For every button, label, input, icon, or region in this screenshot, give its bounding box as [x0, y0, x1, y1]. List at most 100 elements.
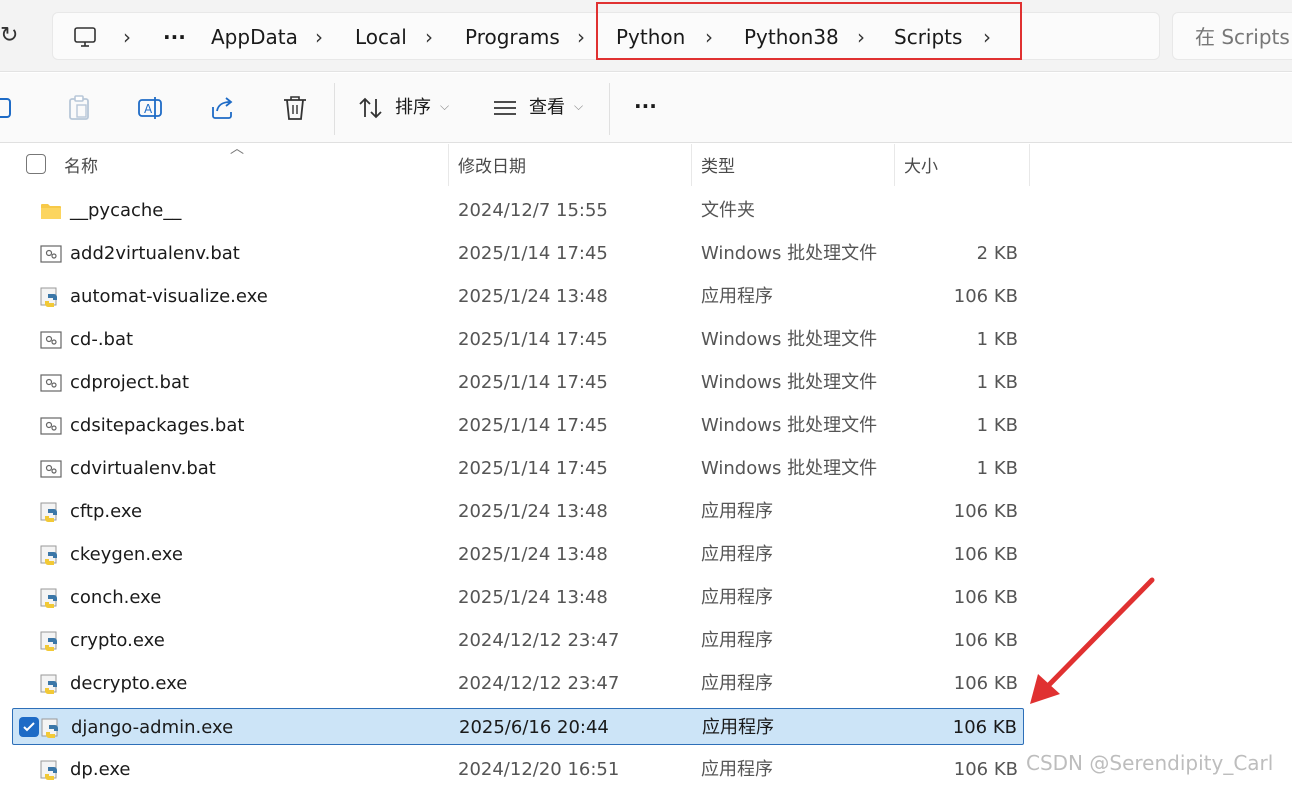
watermark: CSDN @Serendipity_Carl	[1026, 751, 1274, 775]
batch-file-icon	[40, 372, 62, 394]
file-size: 106 KB	[953, 673, 1018, 694]
file-size: 106 KB	[953, 286, 1018, 307]
file-name: conch.exe	[70, 587, 162, 608]
file-name: django-admin.exe	[71, 717, 234, 738]
delete-icon[interactable]	[280, 93, 310, 123]
file-name: cd-.bat	[70, 329, 134, 350]
file-type: 应用程序	[701, 286, 773, 307]
file-date: 2025/1/14 17:45	[458, 372, 608, 393]
file-type: Windows 批处理文件	[701, 372, 878, 393]
file-type: 应用程序	[701, 587, 773, 608]
file-date: 2025/1/24 13:48	[458, 587, 608, 608]
refresh-icon[interactable]: ↻	[0, 22, 20, 50]
breadcrumb-programs[interactable]: Programs	[465, 13, 560, 61]
search-box[interactable]: 在 Scripts 中	[1172, 12, 1292, 60]
python-exe-icon	[40, 501, 62, 523]
file-date: 2025/1/14 17:45	[458, 458, 608, 479]
column-divider[interactable]	[1029, 144, 1030, 186]
file-size: 106 KB	[953, 587, 1018, 608]
batch-file-icon	[40, 329, 62, 351]
file-size: 106 KB	[953, 544, 1018, 565]
file-row[interactable]: cftp.exe 2025/1/24 13:48 应用程序 106 KB	[12, 493, 1024, 530]
computer-icon[interactable]	[73, 25, 97, 49]
file-size: 106 KB	[952, 717, 1017, 738]
file-row[interactable]: conch.exe 2025/1/24 13:48 应用程序 106 KB	[12, 579, 1024, 616]
file-size: 1 KB	[976, 415, 1018, 436]
file-size: 106 KB	[953, 630, 1018, 651]
file-row[interactable]: decrypto.exe 2024/12/12 23:47 应用程序 106 KB	[12, 665, 1024, 702]
file-date: 2025/1/14 17:45	[458, 415, 608, 436]
file-name: ckeygen.exe	[70, 544, 183, 565]
view-button[interactable]: 查看	[529, 95, 565, 121]
python-exe-icon	[40, 286, 62, 308]
file-type: 应用程序	[701, 759, 773, 780]
file-type: Windows 批处理文件	[701, 243, 878, 264]
file-type: Windows 批处理文件	[701, 415, 878, 436]
more-options-button[interactable]: ···	[634, 93, 657, 119]
file-name: crypto.exe	[70, 630, 165, 651]
chevron-down-icon[interactable]: ⌵	[440, 99, 449, 114]
sort-icon[interactable]	[356, 93, 386, 123]
column-date[interactable]: 修改日期	[458, 152, 526, 177]
file-row[interactable]: add2virtualenv.bat 2025/1/14 17:45 Windows…	[12, 235, 1024, 272]
file-date: 2025/1/14 17:45	[458, 243, 608, 264]
rename-icon[interactable]: A	[136, 93, 166, 123]
file-row[interactable]: dp.exe 2024/12/20 16:51 应用程序 106 KB	[12, 751, 1024, 786]
chevron-down-icon[interactable]: ⌵	[574, 99, 583, 114]
python-exe-icon	[40, 759, 62, 781]
address-toolbar: ↻ › ··· AppData › Local › Programs › Pyt…	[0, 0, 1292, 72]
file-date: 2024/12/20 16:51	[458, 759, 620, 780]
batch-file-icon	[40, 415, 62, 437]
file-name: dp.exe	[70, 759, 131, 780]
file-row[interactable]: cdvirtualenv.bat 2025/1/14 17:45 Windows 批…	[12, 450, 1024, 487]
breadcrumb-overflow[interactable]: ···	[163, 13, 186, 61]
file-name: add2virtualenv.bat	[70, 243, 240, 264]
column-header: 名称 修改日期 类型 大小	[0, 144, 1030, 186]
chevron-right-icon[interactable]: ›	[577, 13, 585, 61]
file-date: 2024/12/12 23:47	[458, 630, 620, 651]
chevron-right-icon[interactable]: ›	[315, 13, 323, 61]
column-divider[interactable]	[448, 144, 449, 186]
file-name: cdproject.bat	[70, 372, 190, 393]
file-row[interactable]: ckeygen.exe 2025/1/24 13:48 应用程序 106 KB	[12, 536, 1024, 573]
file-size: 2 KB	[976, 243, 1018, 264]
view-icon[interactable]	[490, 93, 520, 123]
file-type: 文件夹	[701, 200, 755, 221]
file-name: automat-visualize.exe	[70, 286, 268, 307]
file-row[interactable]: cdsitepackages.bat 2025/1/14 17:45 Windows…	[12, 407, 1024, 444]
column-divider[interactable]	[894, 144, 895, 186]
toolbar-divider	[609, 83, 610, 135]
share-icon[interactable]	[208, 93, 238, 123]
file-row[interactable]: crypto.exe 2024/12/12 23:47 应用程序 106 KB	[12, 622, 1024, 659]
column-divider[interactable]	[691, 144, 692, 186]
column-name[interactable]: 名称	[64, 152, 98, 177]
file-type: 应用程序	[701, 544, 773, 565]
chevron-right-icon[interactable]: ›	[425, 13, 433, 61]
file-row[interactable]: automat-visualize.exe 2025/1/24 13:48 应用程序…	[12, 278, 1024, 315]
file-name: cdsitepackages.bat	[70, 415, 245, 436]
file-size: 106 KB	[953, 501, 1018, 522]
file-row[interactable]: cdproject.bat 2025/1/14 17:45 Windows 批处理文…	[12, 364, 1024, 401]
breadcrumb-local[interactable]: Local	[355, 13, 407, 61]
column-size[interactable]: 大小	[904, 152, 938, 177]
file-type: Windows 批处理文件	[701, 329, 878, 350]
sort-button[interactable]: 排序	[395, 95, 431, 121]
file-date: 2025/1/14 17:45	[458, 329, 608, 350]
column-type[interactable]: 类型	[701, 152, 735, 177]
file-row[interactable]: cd-.bat 2025/1/14 17:45 Windows 批处理文件 1 KB	[12, 321, 1024, 358]
toolbar-divider	[334, 83, 335, 135]
paste-icon[interactable]	[64, 93, 94, 123]
file-row[interactable]: django-admin.exe 2025/6/16 20:44 应用程序 106 K…	[12, 708, 1024, 745]
chevron-right-icon[interactable]: ›	[123, 13, 131, 61]
python-exe-icon	[40, 630, 62, 652]
row-checkbox-checked[interactable]	[19, 717, 39, 737]
file-name: cftp.exe	[70, 501, 143, 522]
copy-icon[interactable]	[0, 93, 22, 123]
file-size: 1 KB	[976, 458, 1018, 479]
batch-file-icon	[40, 243, 62, 265]
command-bar: A 排序 ⌵ 查看 ⌵ ···	[0, 73, 1292, 143]
file-row[interactable]: __pycache__ 2024/12/7 15:55 文件夹	[12, 192, 1024, 229]
file-date: 2024/12/12 23:47	[458, 673, 620, 694]
file-date: 2024/12/7 15:55	[458, 200, 608, 221]
breadcrumb-appdata[interactable]: AppData	[211, 13, 298, 61]
